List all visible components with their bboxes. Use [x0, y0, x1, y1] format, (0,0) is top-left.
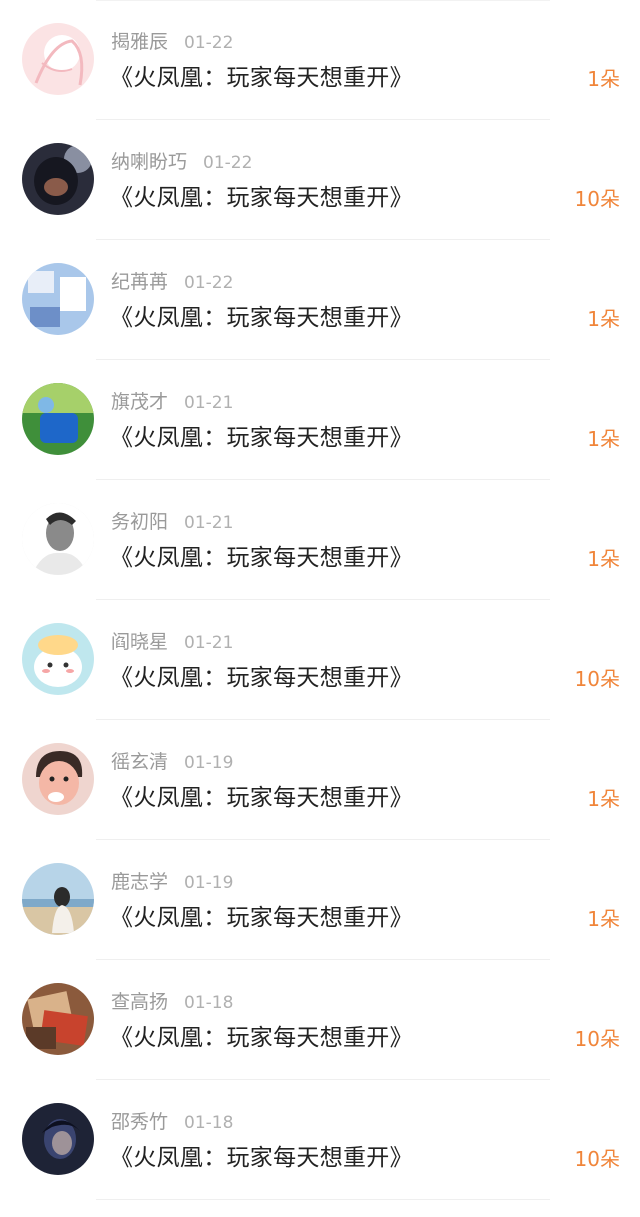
book-title[interactable]: 《火凤凰：玩家每天想重开》 — [110, 181, 413, 215]
meta-line: 鹿志学 01-19 — [111, 869, 233, 896]
avatar-image — [22, 503, 94, 575]
flower-amount: 10朵 — [574, 1027, 620, 1051]
flower-amount: 10朵 — [574, 187, 620, 211]
flower-amount: 1朵 — [587, 307, 620, 331]
avatar-image — [22, 983, 94, 1055]
date-label: 01-21 — [184, 513, 234, 533]
date-label: 01-18 — [184, 1113, 234, 1133]
meta-line: 徭玄清 01-19 — [111, 749, 233, 776]
date-label: 01-19 — [184, 873, 234, 893]
flower-amount: 1朵 — [587, 67, 620, 91]
user-name[interactable]: 揭雅辰 — [111, 31, 168, 53]
flower-amount: 1朵 — [587, 907, 620, 931]
book-title[interactable]: 《火凤凰：玩家每天想重开》 — [110, 901, 413, 935]
book-title[interactable]: 《火凤凰：玩家每天想重开》 — [110, 1141, 413, 1175]
meta-line: 纳喇盼巧 01-22 — [111, 149, 252, 176]
meta-line: 阎晓星 01-21 — [111, 629, 233, 656]
list-item[interactable]: 查高扬 01-18 《火凤凰：玩家每天想重开》 10朵 — [0, 960, 640, 1080]
beach-girl-avatar[interactable] — [22, 863, 94, 935]
user-name[interactable]: 邵秀竹 — [111, 1111, 168, 1133]
list-item[interactable]: 纪苒苒 01-22 《火凤凰：玩家每天想重开》 1朵 — [0, 240, 640, 360]
pink-sketch-avatar[interactable] — [22, 23, 94, 95]
avatar-image — [22, 863, 94, 935]
avatar-image — [22, 743, 94, 815]
gorilla-avatar[interactable] — [22, 143, 94, 215]
list-item[interactable]: 邵秀竹 01-18 《火凤凰：玩家每天想重开》 10朵 — [0, 1080, 640, 1200]
avatar-image — [22, 23, 94, 95]
book-title[interactable]: 《火凤凰：玩家每天想重开》 — [110, 301, 413, 335]
blue-bottle-avatar[interactable] — [22, 383, 94, 455]
gift-record-list: 揭雅辰 01-22 《火凤凰：玩家每天想重开》 1朵 纳喇盼巧 01-22 《火凤凰… — [0, 0, 640, 1200]
list-item[interactable]: 揭雅辰 01-22 《火凤凰：玩家每天想重开》 1朵 — [0, 0, 640, 120]
date-label: 01-18 — [184, 993, 234, 1013]
list-item[interactable]: 务初阳 01-21 《火凤凰：玩家每天想重开》 1朵 — [0, 480, 640, 600]
user-name[interactable]: 徭玄清 — [111, 751, 168, 773]
date-label: 01-21 — [184, 393, 234, 413]
date-label: 01-22 — [184, 33, 234, 53]
date-label: 01-22 — [184, 273, 234, 293]
book-title[interactable]: 《火凤凰：玩家每天想重开》 — [110, 661, 413, 695]
date-label: 01-22 — [203, 153, 253, 173]
user-name[interactable]: 旗茂才 — [111, 391, 168, 413]
notebooks-avatar[interactable] — [22, 983, 94, 1055]
date-label: 01-21 — [184, 633, 234, 653]
dark-portrait-avatar[interactable] — [22, 1103, 94, 1175]
book-title[interactable]: 《火凤凰：玩家每天想重开》 — [110, 781, 413, 815]
meta-line: 查高扬 01-18 — [111, 989, 233, 1016]
anime-room-avatar[interactable] — [22, 263, 94, 335]
cartoon-bear-avatar[interactable] — [22, 623, 94, 695]
meta-line: 揭雅辰 01-22 — [111, 29, 233, 56]
list-item[interactable]: 鹿志学 01-19 《火凤凰：玩家每天想重开》 1朵 — [0, 840, 640, 960]
flower-amount: 1朵 — [587, 547, 620, 571]
book-title[interactable]: 《火凤凰：玩家每天想重开》 — [110, 421, 413, 455]
flower-amount: 10朵 — [574, 1147, 620, 1171]
avatar-image — [22, 263, 94, 335]
bw-man-avatar[interactable] — [22, 503, 94, 575]
avatar-image — [22, 143, 94, 215]
meta-line: 邵秀竹 01-18 — [111, 1109, 233, 1136]
user-name[interactable]: 纪苒苒 — [111, 271, 168, 293]
flower-amount: 10朵 — [574, 667, 620, 691]
flower-amount: 1朵 — [587, 787, 620, 811]
meta-line: 务初阳 01-21 — [111, 509, 233, 536]
meta-line: 纪苒苒 01-22 — [111, 269, 233, 296]
flower-amount: 1朵 — [587, 427, 620, 451]
user-name[interactable]: 务初阳 — [111, 511, 168, 533]
avatar-image — [22, 623, 94, 695]
list-item[interactable]: 阎晓星 01-21 《火凤凰：玩家每天想重开》 10朵 — [0, 600, 640, 720]
user-name[interactable]: 鹿志学 — [111, 871, 168, 893]
user-name[interactable]: 纳喇盼巧 — [111, 151, 187, 173]
meta-line: 旗茂才 01-21 — [111, 389, 233, 416]
book-title[interactable]: 《火凤凰：玩家每天想重开》 — [110, 61, 413, 95]
list-item[interactable]: 旗茂才 01-21 《火凤凰：玩家每天想重开》 1朵 — [0, 360, 640, 480]
avatar-image — [22, 1103, 94, 1175]
book-title[interactable]: 《火凤凰：玩家每天想重开》 — [110, 1021, 413, 1055]
row-divider — [96, 1199, 550, 1200]
book-title[interactable]: 《火凤凰：玩家每天想重开》 — [110, 541, 413, 575]
list-item[interactable]: 纳喇盼巧 01-22 《火凤凰：玩家每天想重开》 10朵 — [0, 120, 640, 240]
date-label: 01-19 — [184, 753, 234, 773]
list-item[interactable]: 徭玄清 01-19 《火凤凰：玩家每天想重开》 1朵 — [0, 720, 640, 840]
avatar-image — [22, 383, 94, 455]
user-name[interactable]: 查高扬 — [111, 991, 168, 1013]
user-name[interactable]: 阎晓星 — [111, 631, 168, 653]
baby-avatar[interactable] — [22, 743, 94, 815]
